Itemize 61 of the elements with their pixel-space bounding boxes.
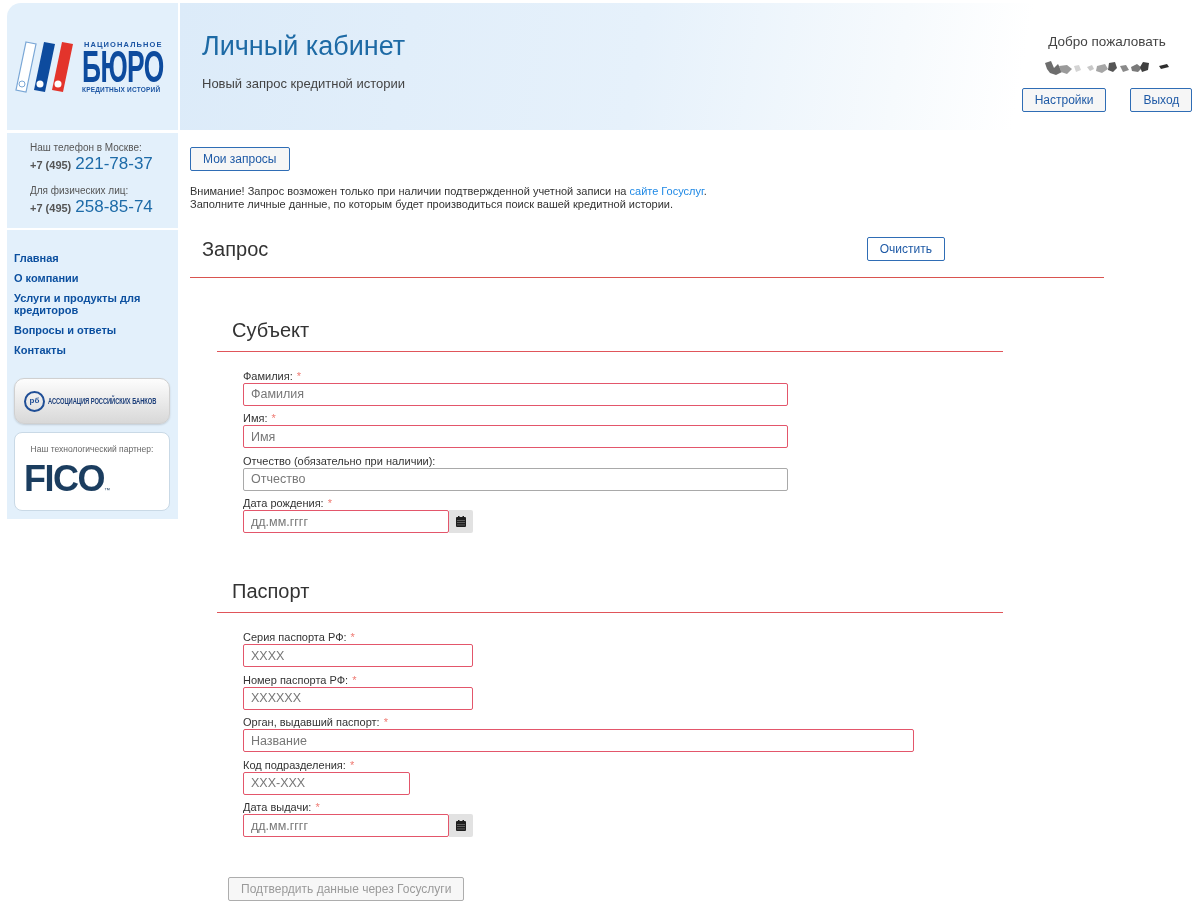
field-label: Отчество (обязательно при наличии): [243,453,436,468]
required-asterisk: * [350,630,355,645]
form-heading: Запрос [202,236,269,261]
phone-code: +7 (495) [30,201,72,216]
welcome-text: Добро пожаловать [1048,33,1166,51]
field-label: Имя: [243,411,268,426]
my-requests-button[interactable]: Мои запросы [190,146,290,171]
nav-link[interactable]: Главная [14,252,154,264]
field-label: Серия паспорта РФ: [243,630,347,645]
input-field[interactable]: дд.мм.гггг [243,510,449,534]
calendar-icon [456,820,466,832]
partner-caption: Наш технологический партнер: [29,444,155,454]
notice-text: Заполните личные данные, по которым будет производиться поиск вашей кредитной истории. [190,197,674,211]
field-label: Код подразделения: [243,757,346,772]
gosuslugi-link[interactable]: сайте Госуслуг [629,184,704,197]
partner-logo-text: FICO [24,464,104,494]
input-field[interactable]: XXXX [243,644,473,668]
calendar-button[interactable] [449,814,473,838]
field-label: Орган, выдавший паспорт: [243,715,380,730]
nav-link[interactable]: Контакты [14,344,154,356]
field-label: Фамилия: [243,368,293,383]
section-heading: Паспорт [232,579,310,604]
required-asterisk: * [349,757,355,772]
calendar-icon [456,516,466,528]
required-asterisk: * [383,715,388,730]
input-field[interactable]: Отчество [243,467,788,491]
phone-code: +7 (495) [30,158,72,173]
input-field[interactable]: дд.мм.гггг [243,814,449,838]
input-field[interactable]: XXX-XXX [243,771,410,795]
required-asterisk: * [315,800,320,815]
required-asterisk: * [352,672,357,687]
logout-button[interactable]: Выход [1130,88,1193,112]
phone-number: 258-85-74 [75,197,153,217]
partner-name: АССОЦИАЦИЯ РОССИЙСКИХ БАНКОВ [48,396,157,406]
phone-label: Для физических лиц: [30,185,130,197]
phone-number: 221-78-37 [75,154,153,174]
nav-link[interactable]: О компании [14,272,154,284]
input-field[interactable]: Имя [243,425,788,449]
field-label: Дата выдачи: [243,800,312,815]
page-subtitle: Новый запрос кредитной истории [202,76,406,92]
clear-button[interactable]: Очистить [866,236,945,261]
input-field[interactable]: XXXXXX [243,686,473,710]
logo-wordmark: БЮРО [82,48,164,85]
logo-emblem: рб [24,390,45,412]
field-label: Дата рождения: [243,496,324,511]
required-asterisk: * [327,496,332,511]
input-field[interactable]: Фамилия [243,382,788,406]
required-asterisk: * [296,368,302,383]
page-title: Личный кабинет [202,30,406,62]
input-field[interactable]: Название [243,729,914,753]
field-label: Номер паспорта РФ: [243,672,349,687]
nav-link[interactable]: Вопросы и ответы [14,324,154,336]
calendar-button[interactable] [449,510,473,534]
phone-label: Наш телефон в Москве: [30,142,143,154]
required-asterisk: * [271,411,276,426]
nav-link[interactable]: Услуги и продукты для кредиторов [14,292,154,316]
partner-banner[interactable]: рб АССОЦИАЦИЯ РОССИЙСКИХ БАНКОВ [14,378,170,424]
settings-button[interactable]: Настройки [1021,88,1107,112]
submit-button: Подтвердить данные через Госуслуги [228,877,465,902]
section-heading: Субъект [232,317,310,342]
notice-text: Внимание! Запрос возможен только при наличии подтвержденной учетной записи на сайте Госуслуг. [190,184,708,198]
